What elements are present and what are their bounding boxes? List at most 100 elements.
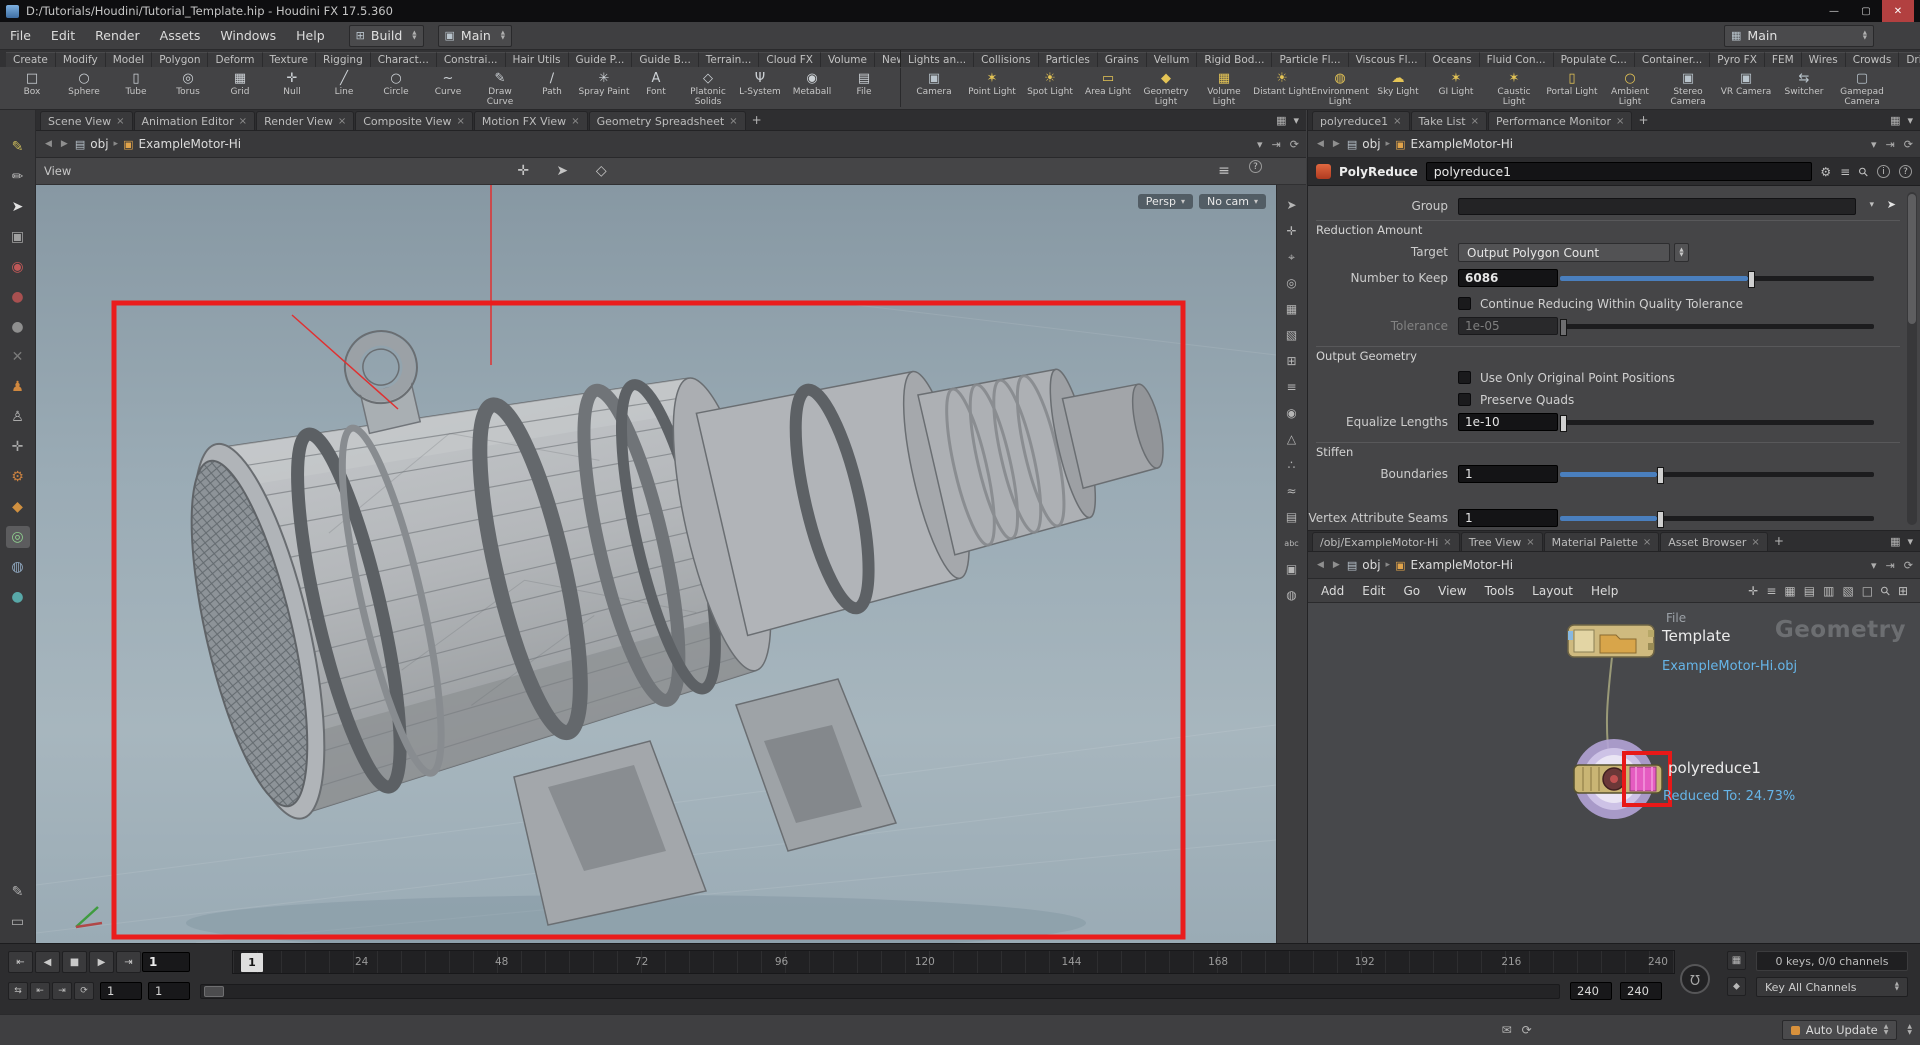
back-icon[interactable]: ◀ <box>1315 560 1326 570</box>
shelf-tool-portal-light[interactable]: ▯ Portal Light <box>1543 68 1601 107</box>
shelf-tool-null[interactable]: ✛ Null <box>266 68 318 107</box>
shelf-tool-environment-light[interactable]: ◍ Environment Light <box>1311 68 1369 107</box>
shelf-tool-grid[interactable]: ▦ Grid <box>214 68 266 107</box>
tolerance-slider[interactable] <box>1560 316 1874 338</box>
motor-model[interactable] <box>148 185 1203 830</box>
pose-tool-icon[interactable]: ♙ <box>6 406 30 428</box>
keyframe-options-icon[interactable]: ▦ <box>1727 951 1746 970</box>
help-icon[interactable]: ? <box>1899 165 1912 178</box>
tab-close-icon[interactable]: × <box>1526 537 1534 548</box>
menu-item[interactable]: Help <box>286 28 335 43</box>
network-menu-item[interactable]: Help <box>1582 584 1627 598</box>
net-layout-icon[interactable]: ⊞ <box>1898 584 1908 598</box>
shelf-tab[interactable]: Volume <box>820 52 875 67</box>
network-menu-item[interactable]: Layout <box>1523 584 1582 598</box>
translate-tool-icon[interactable]: ✛ <box>511 160 535 182</box>
network-menu-item[interactable]: Go <box>1394 584 1429 598</box>
radial-menu-selector[interactable]: ▣ Main ▲ ▼ <box>437 24 512 47</box>
camera-selector[interactable]: No cam ▾ <box>1199 194 1266 209</box>
range-slider[interactable] <box>200 984 1560 999</box>
annotate-tool-icon[interactable]: ✎ <box>6 881 30 903</box>
network-menu-item[interactable]: View <box>1429 584 1475 598</box>
pin-tool-icon[interactable]: ◉ <box>6 256 30 278</box>
shelf-tool-point-light[interactable]: ✶ Point Light <box>963 68 1021 107</box>
brush-tool-icon[interactable]: ✎ <box>6 136 30 158</box>
number-to-keep-field[interactable]: 6086 <box>1458 269 1558 287</box>
shelf-tab[interactable]: Rigging <box>315 52 371 67</box>
network-menu-item[interactable]: Tools <box>1476 584 1524 598</box>
viewport-help-icon[interactable]: ? <box>1249 160 1262 173</box>
shading-mode-icon[interactable]: ◉ <box>1280 405 1304 421</box>
view-mode-icon[interactable]: ➤ <box>1280 197 1304 213</box>
shelf-tool-distant-light[interactable]: ☀ Distant Light <box>1253 68 1311 107</box>
fluid-tool-icon[interactable]: ● <box>6 586 30 608</box>
group-dropdown-icon[interactable]: ▾ <box>1869 200 1874 210</box>
shelf-tool-spray-paint[interactable]: ✳ Spray Paint <box>578 68 630 107</box>
tab-close-icon[interactable]: × <box>571 116 579 127</box>
shelf-tab[interactable]: Particles <box>1038 52 1098 67</box>
net-grid-icon[interactable]: ▦ <box>1784 584 1795 598</box>
section-header[interactable]: Output Geometry <box>1316 346 1900 363</box>
net-folder-icon[interactable]: □ <box>1862 584 1873 598</box>
pane-menu-icon[interactable]: ▾ <box>1907 114 1913 127</box>
frame-view-icon[interactable]: ▧ <box>1280 327 1304 343</box>
template-display-icon[interactable]: ▤ <box>1280 509 1304 525</box>
shelf-tool-path[interactable]: ∕ Path <box>526 68 578 107</box>
shelf-tool-ambient-light[interactable]: ○ Ambient Light <box>1601 68 1659 107</box>
breadcrumb-node[interactable]: ExampleMotor-Hi <box>1410 558 1513 572</box>
pane-tab[interactable]: /obj/ExampleMotor-Hi × <box>1312 532 1460 551</box>
shelf-tool-caustic-light[interactable]: ✶ Caustic Light <box>1485 68 1543 107</box>
group-pick-arrow-icon[interactable]: ➤ <box>1887 198 1896 211</box>
vertex-seams-field[interactable]: 1 <box>1458 509 1558 527</box>
shelf-tool-font[interactable]: A Font <box>630 68 682 107</box>
shelf-tab[interactable]: Texture <box>262 52 316 67</box>
network-menu-item[interactable]: Edit <box>1353 584 1394 598</box>
breadcrumb-root[interactable]: obj <box>1362 137 1380 151</box>
shelf-tool-file[interactable]: ▤ File <box>838 68 890 107</box>
net-palette-icon[interactable]: ▧ <box>1842 584 1853 598</box>
shelf-tab[interactable]: Populate C... <box>1553 52 1635 67</box>
shelf-tool-gi-light[interactable]: ✶ GI Light <box>1427 68 1485 107</box>
breadcrumb-root[interactable]: obj <box>1362 558 1380 572</box>
shelf-tab[interactable]: Guide B... <box>632 52 699 67</box>
tolerance-field[interactable]: 1e-05 <box>1458 317 1558 335</box>
label-display-icon[interactable]: abc <box>1280 535 1304 551</box>
pane-tab[interactable]: Tree View × <box>1460 532 1543 551</box>
forward-icon[interactable]: ▶ <box>1331 139 1342 149</box>
net-search-icon[interactable]: ⚲ <box>1877 582 1893 598</box>
go-to-end-button[interactable]: ⇥ <box>116 951 141 973</box>
message-log-icon[interactable]: ✉ <box>1502 1023 1512 1037</box>
breadcrumb-node[interactable]: ExampleMotor-Hi <box>138 137 241 151</box>
pane-menu-icon[interactable]: ▾ <box>1293 114 1299 127</box>
timeline-ruler[interactable]: 1 24 48 72 96 120 144 168 192 216 240 <box>232 950 1675 974</box>
new-pane-tab-button[interactable]: + <box>1632 113 1654 127</box>
pane-tab[interactable]: Render View × <box>256 111 355 130</box>
polyreduce-node[interactable] <box>1573 764 1663 794</box>
shelf-tab[interactable]: Rigid Bod... <box>1197 52 1273 67</box>
range-start-field[interactable]: 1 <box>100 982 142 1000</box>
tab-close-icon[interactable]: × <box>1751 537 1759 548</box>
shelf-tab[interactable]: Wires <box>1801 52 1846 67</box>
minimize-button[interactable]: — <box>1818 0 1850 22</box>
number-to-keep-slider[interactable] <box>1560 268 1874 290</box>
desktop-build-selector[interactable]: ⊞ Build ▲ ▼ <box>348 24 424 47</box>
update-mode-selector[interactable]: Auto Update ▲ ▼ <box>1781 1020 1898 1040</box>
vertex-seams-slider[interactable] <box>1560 508 1874 530</box>
geometry-tool-icon[interactable]: ◎ <box>5 526 30 548</box>
shelf-tool-geometry-light[interactable]: ◆ Geometry Light <box>1137 68 1195 107</box>
playback-end-field[interactable]: 240 <box>1570 982 1612 1000</box>
shelf-tool-box[interactable]: □ Box <box>6 68 58 107</box>
shelf-tool-gamepad-camera[interactable]: ▢ Gamepad Camera <box>1833 68 1891 107</box>
shelf-tool-metaball[interactable]: ◉ Metaball <box>786 68 838 107</box>
select-tool-icon[interactable]: ➤ <box>6 196 30 218</box>
breadcrumb-root[interactable]: obj <box>90 137 108 151</box>
current-frame-field[interactable]: 1 <box>142 952 190 972</box>
shelf-tool-line[interactable]: ╱ Line <box>318 68 370 107</box>
shelf-tab[interactable]: Particle Fl... <box>1272 52 1349 67</box>
forward-icon[interactable]: ▶ <box>1331 560 1342 570</box>
viewport[interactable]: Persp ▾ No cam ▾ <box>36 185 1276 943</box>
shelf-tool-tube[interactable]: ▯ Tube <box>110 68 162 107</box>
character-tool-icon[interactable]: ♟ <box>6 376 30 398</box>
tab-close-icon[interactable]: × <box>457 116 465 127</box>
prev-keyframe-button[interactable]: ⇤ <box>30 982 50 1000</box>
